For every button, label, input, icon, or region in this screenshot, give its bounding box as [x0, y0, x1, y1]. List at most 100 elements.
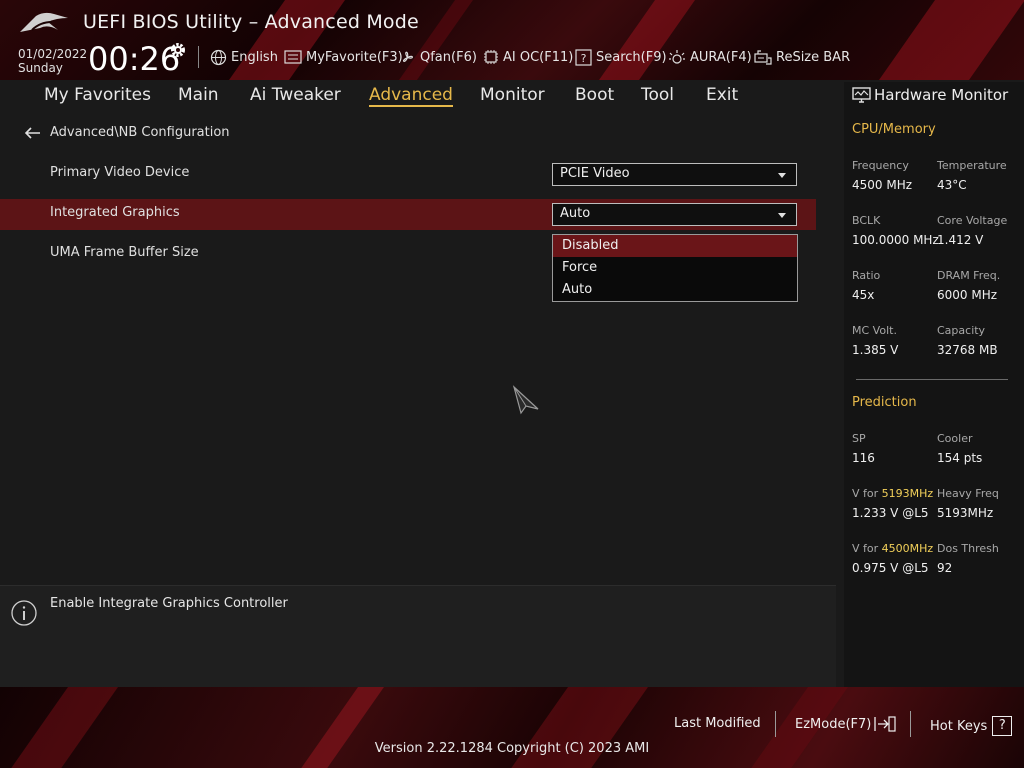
tab-tool[interactable]: Tool	[641, 85, 674, 105]
hardware-monitor-title-text: Hardware Monitor	[874, 86, 1009, 104]
core-voltage-value: 1.412 V	[937, 233, 984, 247]
cooler-value: 154 pts	[937, 451, 983, 465]
clock-settings-gear-icon[interactable]	[169, 41, 187, 59]
footer-bar: Last Modified EzMode(F7) Hot Keys ? Vers…	[0, 687, 1024, 768]
temperature-value: 43°C	[937, 178, 967, 192]
v-for-dos-freq: 4500MHz	[881, 542, 934, 555]
bclk-label: BCLK	[852, 214, 881, 227]
cooler-label: Cooler	[937, 432, 973, 445]
search-help-icon: ?	[575, 48, 592, 66]
option-label: Auto	[562, 282, 593, 297]
info-icon	[11, 600, 37, 626]
bclk-value: 100.0000 MHz	[852, 233, 939, 247]
ezmode-label: EzMode(F7)	[795, 716, 872, 732]
v-for-heavy-label: V for 5193MHz	[852, 487, 933, 500]
v-for-heavy-value: 1.233 V @L5	[852, 506, 929, 520]
qfan-label: Qfan(F6)	[420, 49, 477, 65]
last-modified-label: Last Modified	[674, 716, 761, 731]
ai-oc-button[interactable]: AI OC(F11)	[483, 48, 573, 66]
capacity-value: 32768 MB	[937, 343, 998, 357]
v-for-heavy-freq: 5193MHz	[881, 487, 934, 500]
integrated-graphics-value: Auto	[560, 206, 591, 221]
tab-exit[interactable]: Exit	[706, 85, 738, 105]
settings-panel: Advanced\NB Configuration Primary Video …	[0, 110, 836, 576]
frequency-label: Frequency	[852, 159, 909, 172]
hot-keys-button[interactable]: Hot Keys ?	[930, 716, 1013, 736]
sp-label: SP	[852, 432, 866, 445]
integrated-graphics-select[interactable]: Auto	[552, 203, 797, 226]
hardware-monitor-title: Hardware Monitor	[852, 86, 1008, 104]
resize-bar-button[interactable]: ReSize BAR	[754, 48, 850, 66]
v-for-prefix: V for	[852, 487, 882, 500]
chevron-down-icon	[778, 173, 786, 178]
tab-monitor[interactable]: Monitor	[480, 85, 545, 105]
dram-freq-label: DRAM Freq.	[937, 269, 1001, 282]
heavy-freq-value: 5193MHz	[937, 506, 994, 520]
dropdown-option-auto[interactable]: Auto	[553, 279, 797, 301]
version-text: Version 2.22.1284 Copyright (C) 2023 AMI	[374, 741, 650, 756]
v-for-prefix: V for	[852, 542, 882, 555]
dram-freq-value: 6000 MHz	[937, 288, 998, 302]
aura-icon	[669, 49, 685, 64]
date-display: 01/02/2022 Sunday	[18, 47, 87, 75]
myfavorite-button[interactable]: MyFavorite(F3)	[284, 48, 403, 66]
tab-boot[interactable]: Boot	[575, 85, 614, 105]
integrated-graphics-dropdown: Disabled Force Auto	[552, 234, 798, 302]
capacity-label: Capacity	[937, 324, 986, 337]
v-for-dos-value: 0.975 V @L5	[852, 561, 929, 575]
main-tabs: My Favorites Main Ai Tweaker Advanced Mo…	[0, 82, 836, 110]
option-label: Disabled	[562, 238, 619, 253]
last-modified-button[interactable]: Last Modified	[674, 716, 761, 731]
ratio-value: 45x	[852, 288, 875, 302]
prediction-heading: Prediction	[852, 395, 917, 410]
primary-video-device-select[interactable]: PCIE Video	[552, 163, 797, 186]
search-button[interactable]: ? Search(F9)	[575, 48, 667, 66]
mc-volt-label: MC Volt.	[852, 324, 897, 337]
core-voltage-label: Core Voltage	[937, 214, 1008, 227]
dropdown-option-force[interactable]: Force	[553, 257, 797, 279]
fan-icon	[402, 51, 413, 62]
help-key-icon: ?	[992, 716, 1013, 736]
primary-video-device-value: PCIE Video	[560, 166, 630, 181]
ai-chip-icon	[484, 50, 498, 64]
option-label: Force	[562, 260, 598, 275]
qfan-button[interactable]: Qfan(F6)	[399, 48, 477, 66]
tab-advanced[interactable]: Advanced	[369, 85, 453, 107]
dos-thresh-value: 92	[937, 561, 953, 575]
clock-time: 00:26	[88, 40, 181, 78]
resize-bar-label: ReSize BAR	[776, 49, 851, 65]
ai-oc-label: AI OC(F11)	[503, 49, 574, 65]
tab-main[interactable]: Main	[178, 85, 219, 105]
rog-logo-icon	[20, 12, 68, 32]
back-arrow-icon[interactable]	[24, 126, 41, 140]
tab-my-favorites[interactable]: My Favorites	[44, 85, 151, 105]
favorite-icon	[284, 50, 302, 64]
resize-bar-icon	[754, 49, 772, 65]
dropdown-option-disabled[interactable]: Disabled	[553, 235, 797, 257]
language-label: English	[231, 49, 278, 65]
footer-divider	[775, 711, 776, 737]
day-text: Sunday	[18, 61, 63, 75]
breadcrumb-path: Advanced\NB Configuration	[50, 125, 230, 140]
language-button[interactable]: English	[210, 48, 278, 66]
tab-ai-tweaker[interactable]: Ai Tweaker	[250, 85, 341, 105]
cpu-memory-heading: CPU/Memory	[852, 122, 936, 137]
monitor-icon	[852, 86, 871, 103]
aura-button[interactable]: AURA(F4)	[668, 48, 752, 66]
ezmode-button[interactable]: EzMode(F7)	[795, 716, 896, 732]
mouse-cursor-icon	[512, 385, 539, 415]
frequency-value: 4500 MHz	[852, 178, 913, 192]
breadcrumb: Advanced\NB Configuration	[24, 125, 230, 140]
header-bar: UEFI BIOS Utility – Advanced Mode 01/02/…	[0, 0, 1024, 80]
hot-keys-label: Hot Keys	[930, 718, 988, 734]
globe-icon	[210, 49, 227, 65]
v-for-dos-label: V for 4500MHz	[852, 542, 933, 555]
heavy-freq-label: Heavy Freq	[937, 487, 999, 500]
mc-volt-value: 1.385 V	[852, 343, 899, 357]
uma-frame-buffer-size-label: UMA Frame Buffer Size	[50, 245, 199, 260]
temperature-label: Temperature	[937, 159, 1007, 172]
myfavorite-label: MyFavorite(F3)	[306, 49, 403, 65]
app-title: UEFI BIOS Utility – Advanced Mode	[83, 11, 419, 33]
primary-video-device-label: Primary Video Device	[50, 165, 190, 180]
header-divider	[198, 46, 199, 68]
